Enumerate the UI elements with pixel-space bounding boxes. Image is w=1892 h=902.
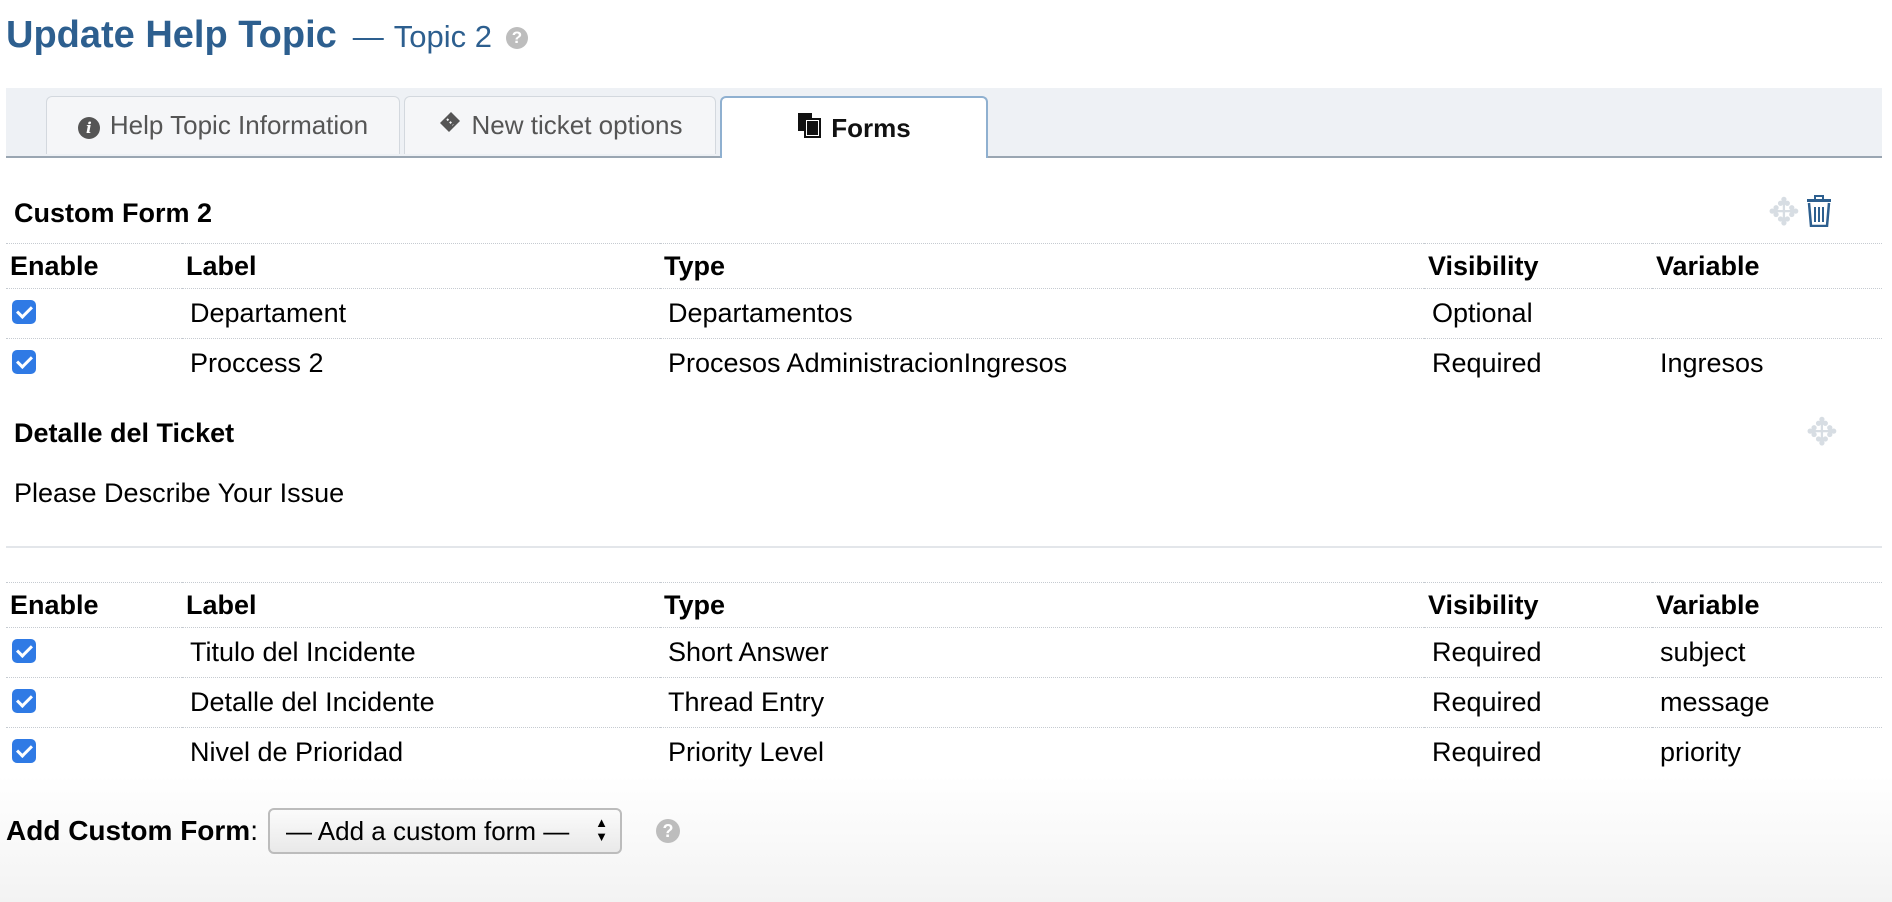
page-title: Update Help Topic bbox=[6, 14, 337, 56]
field-visibility: Required bbox=[1432, 737, 1542, 767]
column-header-variable: Variable bbox=[1652, 243, 1882, 289]
table-row: Nivel de Prioridad Priority Level Requir… bbox=[6, 728, 1882, 778]
title-dash: — bbox=[352, 19, 384, 54]
field-label: Detalle del Incidente bbox=[182, 677, 660, 728]
table-header-row: Enable Label Type Visibility Variable bbox=[6, 243, 1882, 289]
field-visibility: Required bbox=[1432, 348, 1542, 378]
field-label: Departament bbox=[182, 288, 660, 339]
field-type: Priority Level bbox=[668, 737, 825, 767]
topic-label: Topic 2 bbox=[393, 19, 492, 54]
field-variable bbox=[1652, 288, 1882, 339]
table-row: Titulo del Incidente Short Answer Requir… bbox=[6, 627, 1882, 678]
field-label: Titulo del Incidente bbox=[182, 627, 660, 678]
select-arrows-icon: ▲ ▼ bbox=[595, 815, 608, 844]
column-header-visibility: Visibility bbox=[1424, 243, 1652, 289]
table-row: Detalle del Incidente Thread Entry Requi… bbox=[6, 677, 1882, 728]
tab-label: New ticket options bbox=[471, 110, 683, 140]
help-icon[interactable]: ? bbox=[506, 27, 528, 49]
table-row: Proccess 2 Procesos AdministracionIngres… bbox=[6, 339, 1882, 389]
select-value: — Add a custom form — bbox=[286, 815, 570, 846]
enable-checkbox[interactable] bbox=[12, 689, 36, 713]
move-icon[interactable]: ✥ bbox=[1806, 414, 1838, 452]
topic-name: — Topic 2 bbox=[353, 19, 492, 55]
tab-label: Help Topic Information bbox=[109, 110, 369, 140]
add-custom-form-row: Add Custom Form: — Add a custom form — ▲… bbox=[6, 808, 680, 854]
column-header-label: Label bbox=[182, 243, 660, 289]
tab-help-topic-information[interactable]: i Help Topic Information bbox=[46, 96, 400, 154]
field-type: Departamentos bbox=[660, 288, 1424, 339]
enable-checkbox[interactable] bbox=[12, 350, 36, 374]
field-label: Nivel de Prioridad bbox=[190, 737, 404, 767]
field-visibility: Required bbox=[1424, 627, 1652, 678]
enable-checkbox[interactable] bbox=[12, 300, 36, 324]
field-variable: message bbox=[1652, 677, 1882, 728]
tab-bar: i Help Topic Information New ticket opti… bbox=[6, 88, 1882, 158]
field-type: Thread Entry bbox=[660, 677, 1424, 728]
column-header-visibility: Visibility bbox=[1424, 582, 1652, 628]
add-custom-form-label: Add Custom Form: bbox=[6, 815, 258, 847]
field-visibility: Optional bbox=[1424, 288, 1652, 339]
form-fields-table: Enable Label Type Visibility Variable Ti… bbox=[6, 582, 1882, 777]
field-type: Procesos AdministracionIngresos bbox=[668, 348, 1068, 378]
trash-icon[interactable] bbox=[1806, 194, 1832, 232]
field-variable: Ingresos bbox=[1660, 348, 1764, 378]
ticket-icon bbox=[438, 110, 462, 141]
move-icon[interactable]: ✥ bbox=[1768, 194, 1800, 232]
column-header-enable: Enable bbox=[6, 582, 182, 628]
add-custom-form-text: Add Custom Form bbox=[6, 815, 251, 846]
column-header-type: Type bbox=[660, 582, 1424, 628]
table-row: Departament Departamentos Optional bbox=[6, 288, 1882, 339]
field-visibility: Required bbox=[1424, 677, 1652, 728]
form-fields-table: Enable Label Type Visibility Variable De… bbox=[6, 243, 1882, 388]
column-header-label: Label bbox=[182, 582, 660, 628]
label-colon: : bbox=[250, 815, 258, 846]
page-header: Update Help Topic — Topic 2 ? bbox=[6, 14, 528, 66]
field-type: Short Answer bbox=[660, 627, 1424, 678]
table-header-row: Enable Label Type Visibility Variable bbox=[6, 582, 1882, 628]
tab-label: Forms bbox=[831, 112, 911, 143]
form-tools: ✥ bbox=[1768, 194, 1832, 232]
add-custom-form-select[interactable]: — Add a custom form — ▲ ▼ bbox=[268, 808, 622, 854]
form-title: Custom Form 2 bbox=[14, 198, 213, 228]
field-variable: priority bbox=[1660, 737, 1742, 767]
enable-checkbox[interactable] bbox=[12, 639, 36, 663]
form-tools: ✥ bbox=[1806, 414, 1838, 452]
tab-forms[interactable]: Forms bbox=[720, 96, 988, 158]
page: Update Help Topic — Topic 2 ? i Help Topi… bbox=[0, 0, 1892, 902]
field-label: Proccess 2 bbox=[190, 348, 324, 378]
help-icon[interactable]: ? bbox=[656, 819, 680, 843]
column-header-type: Type bbox=[660, 243, 1424, 289]
enable-checkbox[interactable] bbox=[12, 739, 36, 763]
divider bbox=[6, 546, 1882, 548]
column-header-enable: Enable bbox=[6, 243, 182, 289]
field-variable: subject bbox=[1652, 627, 1882, 678]
copy-icon bbox=[797, 112, 822, 145]
form-title: Detalle del Ticket bbox=[14, 418, 235, 448]
form-description: Please Describe Your Issue bbox=[14, 478, 345, 508]
tab-new-ticket-options[interactable]: New ticket options bbox=[404, 96, 716, 154]
info-icon: i bbox=[77, 112, 100, 140]
column-header-variable: Variable bbox=[1652, 582, 1882, 628]
